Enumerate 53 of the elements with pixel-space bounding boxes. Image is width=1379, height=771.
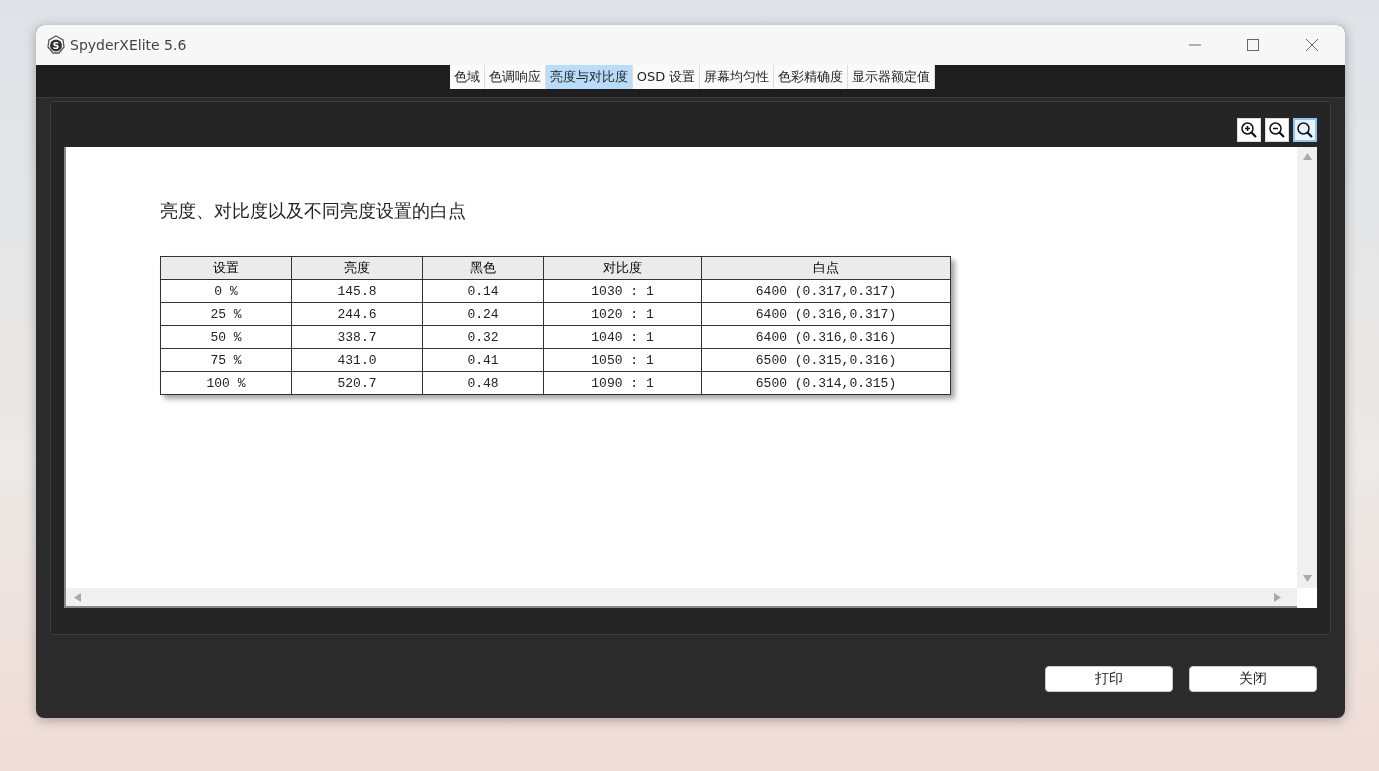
table-cell: 520.7 [291, 371, 423, 395]
table-cell: 6400 (0.316,0.316) [701, 325, 951, 349]
report-title: 亮度、对比度以及不同亮度设置的白点 [160, 199, 467, 223]
column-header: 白点 [701, 256, 951, 280]
scroll-down-icon[interactable] [1302, 575, 1312, 582]
tab[interactable]: 色调响应 [484, 65, 546, 89]
scroll-left-icon[interactable] [74, 592, 81, 602]
tab[interactable]: 色彩精确度 [774, 65, 849, 89]
column-header: 设置 [160, 256, 292, 280]
table-cell: 6400 (0.316,0.317) [701, 302, 951, 326]
table-cell: 1050 : 1 [543, 348, 702, 372]
logo-icon: S [46, 35, 66, 55]
table-cell: 1090 : 1 [543, 371, 702, 395]
column-header: 黑色 [422, 256, 544, 280]
tab[interactable]: 色域 [449, 65, 485, 89]
table-cell: 100 % [160, 371, 292, 395]
zoom-fit-button[interactable] [1293, 118, 1317, 142]
maximize-icon[interactable] [1247, 39, 1259, 51]
scroll-up-icon[interactable] [1302, 153, 1312, 160]
table-cell: 6500 (0.314,0.315) [701, 371, 951, 395]
tab[interactable]: 显示器额定值 [848, 65, 936, 89]
tab[interactable]: 屏幕均匀性 [700, 65, 775, 89]
table-cell: 1020 : 1 [543, 302, 702, 326]
table-cell: 431.0 [291, 348, 423, 372]
vertical-scrollbar[interactable] [1297, 147, 1317, 588]
tab[interactable]: OSD 设置 [632, 65, 701, 89]
table-cell: 6400 (0.317,0.317) [701, 279, 951, 303]
table-cell: 0 % [160, 279, 292, 303]
table-cell: 75 % [160, 348, 292, 372]
zoom-in-button[interactable] [1237, 118, 1261, 142]
horizontal-scrollbar[interactable] [66, 588, 1297, 608]
table-cell: 6500 (0.315,0.316) [701, 348, 951, 372]
table-cell: 0.41 [422, 348, 544, 372]
table-cell: 1030 : 1 [543, 279, 702, 303]
table-cell: 338.7 [291, 325, 423, 349]
zoom-out-button[interactable] [1265, 118, 1289, 142]
table-cell: 244.6 [291, 302, 423, 326]
table-cell: 1040 : 1 [543, 325, 702, 349]
table-cell: 25 % [160, 302, 292, 326]
table-cell: 0.14 [422, 279, 544, 303]
table-cell: 0.48 [422, 371, 544, 395]
column-header: 对比度 [543, 256, 702, 280]
print-button[interactable]: 打印 [1045, 666, 1173, 692]
table-cell: 145.8 [291, 279, 423, 303]
table-cell: 0.32 [422, 325, 544, 349]
window-title: SpyderXElite 5.6 [70, 37, 187, 53]
table-cell: 0.24 [422, 302, 544, 326]
column-header: 亮度 [291, 256, 423, 280]
tab[interactable]: 亮度与对比度 [545, 65, 633, 89]
table-cell: 50 % [160, 325, 292, 349]
scroll-right-icon[interactable] [1274, 592, 1281, 602]
close-button[interactable]: 关闭 [1189, 666, 1317, 692]
close-icon[interactable] [1305, 38, 1319, 52]
